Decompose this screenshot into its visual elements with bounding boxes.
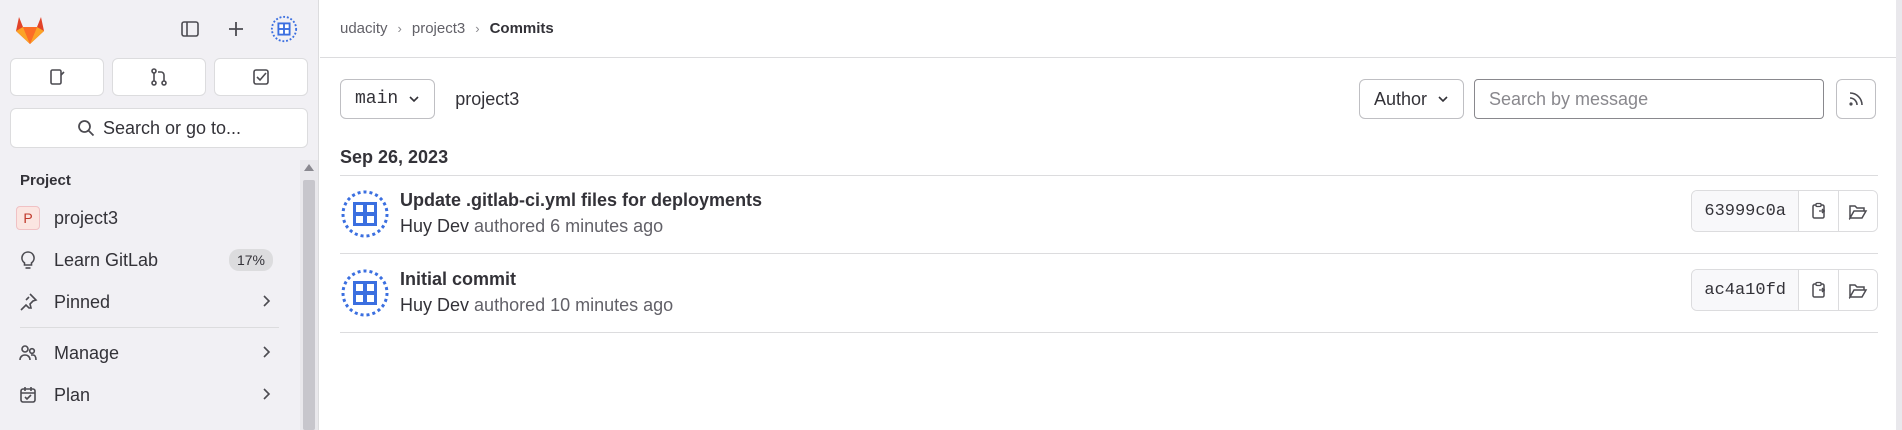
search-icon [78, 120, 95, 137]
search-commits-input[interactable] [1474, 79, 1824, 119]
sidebar-item-plan[interactable]: Plan [0, 374, 289, 416]
calendar-icon [16, 383, 40, 407]
merge-request-icon [151, 68, 167, 86]
page-scrollbar[interactable] [1896, 0, 1902, 430]
todo-tab[interactable] [214, 58, 308, 96]
issues-tab[interactable] [10, 58, 104, 96]
author-avatar[interactable] [340, 268, 390, 318]
clipboard-icon [1811, 281, 1825, 298]
sidebar-item-label: Manage [54, 342, 120, 363]
gitlab-logo[interactable] [12, 11, 48, 47]
commit-sha-group: ac4a10fd [1691, 269, 1878, 311]
todo-checkbox-icon [253, 69, 269, 85]
plus-icon[interactable] [224, 17, 248, 41]
commit-sha[interactable]: 63999c0a [1692, 191, 1799, 231]
browse-files-button[interactable] [1838, 191, 1877, 231]
copy-sha-button[interactable] [1799, 191, 1838, 231]
branch-name: main [355, 89, 399, 109]
sidebar-search-button[interactable]: Search or go to... [10, 108, 308, 148]
sidebar-item-label: Plan [54, 384, 91, 405]
chevron-right-icon [259, 343, 273, 364]
sidebar-quick-tabs [0, 58, 318, 96]
commit-row: Initial commit Huy Dev authored 10 minut… [340, 255, 1878, 333]
sidebar-divider [20, 327, 279, 328]
folder-open-icon [1848, 284, 1868, 299]
main-content: udacity › project3 › Commits main projec… [320, 0, 1902, 430]
chevron-right-icon [259, 292, 273, 313]
breadcrumb: udacity › project3 › Commits [320, 0, 1902, 58]
sidebar-item-manage[interactable]: Manage [0, 332, 289, 374]
commit-sha[interactable]: ac4a10fd [1692, 270, 1799, 310]
sidebar-search-label: Search or go to... [102, 117, 242, 138]
merge-requests-tab[interactable] [112, 58, 206, 96]
sidebar-item-project[interactable]: P project3 [0, 197, 289, 239]
sidebar-section-title: Project [20, 172, 71, 189]
commit-title[interactable]: Update .gitlab-ci.yml files for deployme… [400, 190, 762, 211]
sidebar-item-label: project3 [54, 207, 119, 228]
rss-icon [1849, 92, 1863, 106]
browse-files-button[interactable] [1838, 270, 1877, 310]
branch-dropdown[interactable]: main [340, 79, 436, 119]
chevron-right-icon [259, 385, 273, 406]
chevron-right-icon: › [475, 21, 480, 36]
commit-row: Update .gitlab-ci.yml files for deployme… [340, 176, 1878, 254]
commit-meta: Huy Dev authored 10 minutes ago [400, 295, 673, 316]
commit-author[interactable]: Huy Dev [400, 216, 469, 236]
user-avatar[interactable] [270, 15, 298, 43]
scroll-up-arrow[interactable] [304, 164, 314, 171]
sidebar-header [0, 0, 318, 58]
lightbulb-icon [16, 248, 40, 272]
progress-badge: 17% [228, 249, 273, 271]
breadcrumb-current[interactable]: Commits [490, 20, 554, 37]
commit-title[interactable]: Initial commit [400, 269, 516, 290]
chevron-right-icon: › [397, 21, 402, 36]
folder-open-icon [1848, 205, 1868, 220]
chevron-down-icon [409, 96, 419, 103]
commit-meta: Huy Dev authored 6 minutes ago [400, 216, 663, 237]
issues-icon [50, 69, 65, 85]
author-label: Author [1373, 88, 1427, 109]
sidebar: Search or go to... Project P project3 Le… [0, 0, 319, 430]
sidebar-scrollbar[interactable] [300, 160, 318, 430]
sidebar-item-label: Learn GitLab [54, 249, 159, 270]
rss-button[interactable] [1836, 79, 1876, 119]
commits-filter-bar: main project3 Author [340, 79, 1876, 119]
clipboard-icon [1811, 202, 1825, 219]
commit-time: authored 6 minutes ago [474, 216, 664, 236]
author-avatar[interactable] [340, 189, 390, 239]
sidebar-toggle-icon[interactable] [178, 17, 202, 41]
copy-sha-button[interactable] [1799, 270, 1838, 310]
commit-sha-group: 63999c0a [1691, 190, 1878, 232]
breadcrumb-item-group[interactable]: udacity [340, 20, 388, 37]
commit-date-heading: Sep 26, 2023 [340, 147, 449, 167]
breadcrumb-item-project[interactable]: project3 [412, 20, 465, 37]
scroll-thumb[interactable] [303, 180, 315, 430]
pin-icon [16, 290, 40, 314]
commit-time: authored 10 minutes ago [474, 295, 674, 315]
author-dropdown[interactable]: Author [1358, 79, 1464, 119]
users-icon [16, 341, 40, 365]
commit-author[interactable]: Huy Dev [400, 295, 469, 315]
project-path: project3 [455, 88, 520, 109]
sidebar-nav: Project P project3 Learn GitLab 17% Pinn… [0, 160, 299, 430]
sidebar-item-pinned[interactable]: Pinned [0, 281, 289, 323]
chevron-down-icon [1438, 96, 1448, 103]
sidebar-item-label: Pinned [54, 291, 111, 312]
project-avatar: P [16, 206, 40, 230]
sidebar-item-learn-gitlab[interactable]: Learn GitLab 17% [0, 239, 289, 281]
